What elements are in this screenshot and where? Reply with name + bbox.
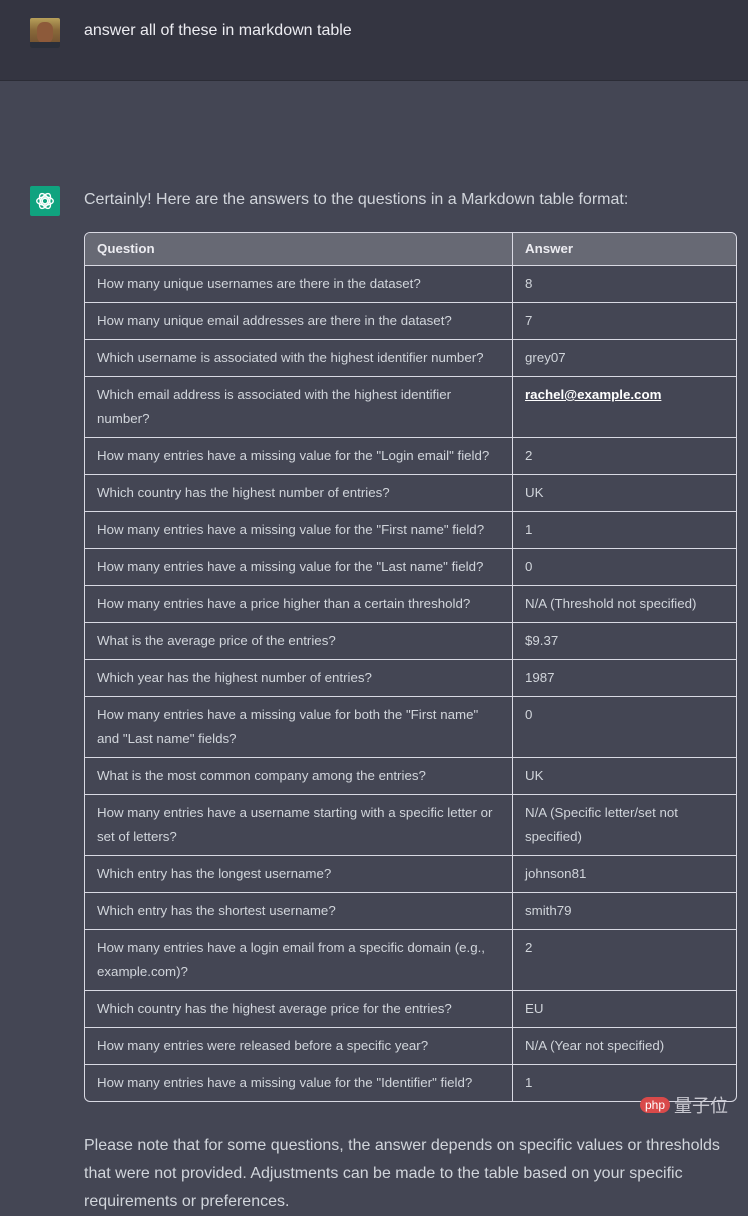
question-cell: What is the average price of the entries… (85, 623, 513, 660)
question-cell: What is the most common company among th… (85, 758, 513, 795)
assistant-message-row: Certainly! Here are the answers to the q… (0, 81, 748, 1216)
watermark-text: 量子位 (674, 1096, 729, 1116)
question-cell: How many entries have a username startin… (85, 795, 513, 856)
answer-cell: N/A (Threshold not specified) (513, 586, 736, 623)
table-row: How many entries were released before a … (85, 1028, 736, 1065)
question-cell: How many entries have a missing value fo… (85, 549, 513, 586)
table-row: How many entries have a missing value fo… (85, 438, 736, 475)
question-cell: Which entry has the longest username? (85, 856, 513, 893)
answer-cell: 8 (513, 266, 736, 303)
answer-cell: 1987 (513, 660, 736, 697)
email-link[interactable]: rachel@example.com (525, 387, 661, 402)
table-row: Which entry has the shortest username? sm… (85, 893, 736, 930)
table-row: How many unique email addresses are ther… (85, 303, 736, 340)
answer-cell: UK (513, 475, 736, 512)
table-row: How many entries have a price higher tha… (85, 586, 736, 623)
question-cell: How many entries have a missing value fo… (85, 438, 513, 475)
answer-cell: N/A (Year not specified) (513, 1028, 736, 1065)
table-row: Which email address is associated with t… (85, 377, 736, 438)
table-row: Which entry has the longest username? joh… (85, 856, 736, 893)
question-cell: How many entries have a missing value fo… (85, 1065, 513, 1101)
question-cell: How many entries have a login email from… (85, 930, 513, 991)
table-row: What is the average price of the entries… (85, 623, 736, 660)
answer-cell: 0 (513, 549, 736, 586)
question-cell: Which email address is associated with t… (85, 377, 513, 438)
answer-cell: $9.37 (513, 623, 736, 660)
table-row: Which country has the highest average pr… (85, 991, 736, 1028)
table-row: How many entries have a missing value fo… (85, 549, 736, 586)
table-row: How many entries have a missing value fo… (85, 697, 736, 758)
question-cell: How many unique usernames are there in t… (85, 266, 513, 303)
question-cell: Which username is associated with the hi… (85, 340, 513, 377)
question-cell: How many entries have a price higher tha… (85, 586, 513, 623)
question-cell: Which country has the highest number of … (85, 475, 513, 512)
question-cell: Which entry has the shortest username? (85, 893, 513, 930)
table-row: How many entries have a login email from… (85, 930, 736, 991)
answer-cell: UK (513, 758, 736, 795)
table-row: Which year has the highest number of ent… (85, 660, 736, 697)
user-avatar (30, 18, 60, 48)
header-question: Question (85, 233, 513, 266)
answer-cell: grey07 (513, 340, 736, 377)
header-answer: Answer (513, 233, 736, 266)
answer-cell: 0 (513, 697, 736, 758)
answer-cell: johnson81 (513, 856, 736, 893)
assistant-outro-text: Please note that for some questions, the… (84, 1137, 720, 1210)
question-cell: How many entries have a missing value fo… (85, 697, 513, 758)
table-header-row: Question Answer (85, 233, 736, 266)
table-row: Which country has the highest number of … (85, 475, 736, 512)
table-row: How many entries have a missing value fo… (85, 1065, 736, 1101)
watermark: php 量子位 (640, 1092, 728, 1118)
table-row: Which username is associated with the hi… (85, 340, 736, 377)
table-row: How many entries have a username startin… (85, 795, 736, 856)
answer-cell: rachel@example.com (513, 377, 736, 438)
question-cell: Which country has the highest average pr… (85, 991, 513, 1028)
question-cell: Which year has the highest number of ent… (85, 660, 513, 697)
question-cell: How many entries were released before a … (85, 1028, 513, 1065)
user-message-text: answer all of these in markdown table (84, 22, 352, 39)
answer-cell: 7 (513, 303, 736, 340)
question-cell: How many unique email addresses are ther… (85, 303, 513, 340)
answer-cell: 2 (513, 438, 736, 475)
chatgpt-logo-icon (30, 186, 60, 216)
table-row: What is the most common company among th… (85, 758, 736, 795)
table-row: How many unique usernames are there in t… (85, 266, 736, 303)
answer-cell: 1 (513, 512, 736, 549)
answer-cell: 2 (513, 930, 736, 991)
question-cell: How many entries have a missing value fo… (85, 512, 513, 549)
answer-cell: N/A (Specific letter/set not specified) (513, 795, 736, 856)
answer-cell: smith79 (513, 893, 736, 930)
user-message-row: answer all of these in markdown table (0, 0, 748, 81)
answer-cell: EU (513, 991, 736, 1028)
table-row: How many entries have a missing value fo… (85, 512, 736, 549)
assistant-intro-text: Certainly! Here are the answers to the q… (84, 191, 629, 208)
answers-table: Question Answer How many unique username… (84, 232, 737, 1102)
watermark-badge: php (640, 1097, 671, 1113)
